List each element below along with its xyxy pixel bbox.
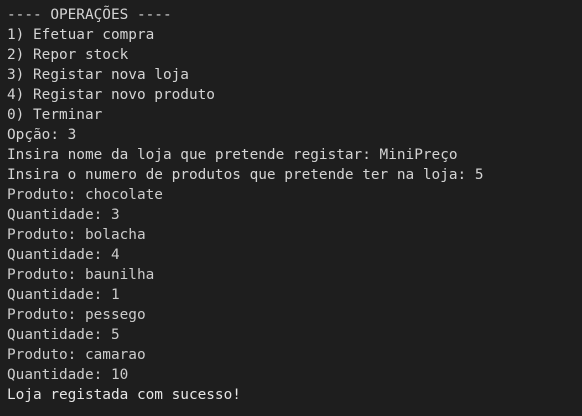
quantity-line: Quantidade: 3 — [7, 207, 120, 223]
product-line: Produto: pessego — [7, 307, 146, 323]
success-message: Loja registada com sucesso! — [7, 387, 241, 403]
product-line: Produto: baunilha — [7, 267, 155, 283]
menu-option-repor-stock: 2) Repor stock — [7, 47, 129, 63]
quantity-line: Quantidade: 5 — [7, 327, 120, 343]
product-line: Produto: chocolate — [7, 187, 163, 203]
quantity-line: Quantidade: 4 — [7, 247, 120, 263]
menu-option-efetuar-compra: 1) Efetuar compra — [7, 27, 155, 43]
terminal-output[interactable]: ---- OPERAÇÕES ---- 1) Efetuar compra 2)… — [0, 0, 582, 416]
menu-option-registar-loja: 3) Registar nova loja — [7, 67, 189, 83]
option-prompt: Opção: 3 — [7, 127, 77, 143]
product-line: Produto: camarao — [7, 347, 146, 363]
menu-option-terminar: 0) Terminar — [7, 107, 103, 123]
menu-option-registar-produto: 4) Registar novo produto — [7, 87, 215, 103]
store-name-prompt: Insira nome da loja que pretende regista… — [7, 147, 458, 163]
quantity-line: Quantidade: 10 — [7, 367, 129, 383]
quantity-line: Quantidade: 1 — [7, 287, 120, 303]
product-line: Produto: bolacha — [7, 227, 146, 243]
product-count-prompt: Insira o numero de produtos que pretende… — [7, 167, 484, 183]
menu-header: ---- OPERAÇÕES ---- — [7, 7, 172, 23]
